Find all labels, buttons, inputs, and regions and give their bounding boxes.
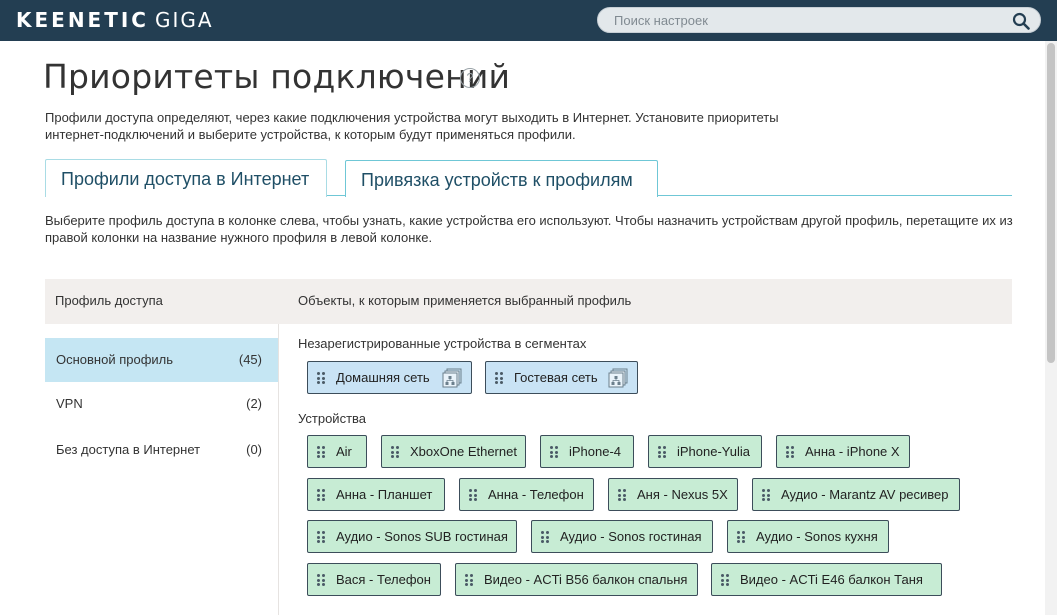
- column-header-objects: Объекты, к которым применяется выбранный…: [298, 293, 632, 308]
- device-chip[interactable]: XboxOne Ethernet: [381, 435, 526, 468]
- drag-handle-icon[interactable]: [317, 489, 325, 501]
- device-chip[interactable]: Аудио - Sonos кухня: [727, 520, 889, 553]
- device-chip[interactable]: Анна - Планшет: [307, 478, 445, 511]
- description-line: правой колонки на название нужного профи…: [45, 230, 433, 245]
- page-scrollbar[interactable]: [1045, 41, 1057, 615]
- chip-label: Анна - Планшет: [336, 487, 433, 502]
- device-chip[interactable]: iPhone-Yulia: [648, 435, 762, 468]
- device-chip[interactable]: Аня - Nexus 5X: [608, 478, 738, 511]
- chip-label: Анна - Телефон: [488, 487, 584, 502]
- profile-item-no-internet[interactable]: Без доступа в Интернет (0): [45, 428, 278, 472]
- scrollbar-thumb[interactable]: [1047, 43, 1055, 363]
- profile-item-vpn[interactable]: VPN (2): [45, 382, 278, 426]
- chip-label: Домашняя сеть: [336, 370, 430, 385]
- tab-device-binding[interactable]: Привязка устройств к профилям: [345, 160, 658, 197]
- profile-item-main[interactable]: Основной профиль (45): [45, 338, 278, 382]
- chip-label: Анна - iPhone X: [805, 444, 900, 459]
- search-box: [597, 7, 1041, 33]
- chip-label: Аудио - Sonos кухня: [756, 529, 878, 544]
- brand-logo[interactable]: KEENETIC GIGA: [16, 8, 214, 32]
- chip-label: iPhone-4: [569, 444, 622, 459]
- drag-handle-icon[interactable]: [658, 446, 666, 458]
- intro-line: Профили доступа определяют, через какие …: [45, 110, 779, 125]
- device-chip[interactable]: Анна - Телефон: [459, 478, 594, 511]
- brand-name: KEENETIC: [16, 8, 149, 32]
- network-segment-icon: [442, 368, 462, 388]
- chip-label: XboxOne Ethernet: [410, 444, 517, 459]
- tab-access-profiles[interactable]: Профили доступа в Интернет: [45, 159, 327, 197]
- profile-list: Основной профиль (45) VPN (2) Без доступ…: [45, 324, 280, 615]
- chip-label: iPhone-Yulia: [677, 444, 750, 459]
- device-chip[interactable]: Аудио - Marantz AV ресивер: [752, 478, 960, 511]
- drag-handle-icon[interactable]: [317, 372, 325, 384]
- search-input[interactable]: [614, 8, 994, 32]
- device-chip[interactable]: Анна - iPhone X: [776, 435, 910, 468]
- chip-label: Аня - Nexus 5X: [637, 487, 728, 502]
- segment-chip-guest[interactable]: Гостевая сеть: [485, 361, 638, 394]
- drag-handle-icon[interactable]: [391, 446, 399, 458]
- drag-handle-icon[interactable]: [317, 446, 325, 458]
- drag-handle-icon[interactable]: [541, 531, 549, 543]
- chip-label: Аудио - Sonos SUB гостиная: [336, 529, 508, 544]
- device-chip[interactable]: Видео - ACTi E46 балкон Таня: [711, 563, 942, 596]
- chip-label: Видео - ACTi B56 балкон спальня: [484, 572, 688, 587]
- drag-handle-icon[interactable]: [618, 489, 626, 501]
- chip-label: Вася - Телефон: [336, 572, 431, 587]
- description-line: Выберите профиль доступа в колонке слева…: [45, 213, 1013, 228]
- chip-label: Аудио - Sonos гостиная: [560, 529, 702, 544]
- profile-name: VPN: [56, 396, 83, 411]
- drag-handle-icon[interactable]: [465, 574, 473, 586]
- top-bar: KEENETIC GIGA: [0, 0, 1057, 41]
- device-chip[interactable]: Air: [307, 435, 367, 468]
- brand-model: GIGA: [154, 8, 214, 32]
- drag-handle-icon[interactable]: [737, 531, 745, 543]
- drag-handle-icon[interactable]: [317, 574, 325, 586]
- help-icon[interactable]: ?: [460, 68, 480, 88]
- network-segment-icon: [608, 368, 628, 388]
- profile-count: (2): [246, 396, 262, 411]
- profile-count: (0): [246, 442, 262, 457]
- table-header: Профиль доступа Объекты, к которым приме…: [45, 279, 1012, 324]
- chip-label: Air: [336, 444, 352, 459]
- segments-heading: Незарегистрированные устройства в сегмен…: [298, 336, 587, 351]
- chip-label: Видео - ACTi E46 балкон Таня: [740, 572, 923, 587]
- devices-heading: Устройства: [298, 411, 367, 426]
- drag-handle-icon[interactable]: [721, 574, 729, 586]
- drag-handle-icon[interactable]: [317, 531, 325, 543]
- drag-handle-icon[interactable]: [550, 446, 558, 458]
- device-chip[interactable]: Аудио - Sonos SUB гостиная: [307, 520, 517, 553]
- column-divider: [278, 324, 279, 615]
- search-icon[interactable]: [1012, 12, 1030, 30]
- drag-handle-icon[interactable]: [762, 489, 770, 501]
- drag-handle-icon[interactable]: [469, 489, 477, 501]
- device-chip[interactable]: Видео - ACTi B56 балкон спальня: [455, 563, 698, 596]
- drag-handle-icon[interactable]: [495, 372, 503, 384]
- page-intro: Профили доступа определяют, через какие …: [45, 109, 805, 143]
- column-header-profile: Профиль доступа: [55, 293, 163, 308]
- page-title: Приоритеты подключений: [43, 57, 511, 96]
- segment-chip-home[interactable]: Домашняя сеть: [307, 361, 472, 394]
- drag-handle-icon[interactable]: [786, 446, 794, 458]
- chip-label: Аудио - Marantz AV ресивер: [781, 487, 949, 502]
- chip-label: Гостевая сеть: [514, 370, 598, 385]
- tab-description: Выберите профиль доступа в колонке слева…: [45, 212, 1020, 246]
- profile-name: Без доступа в Интернет: [56, 442, 201, 457]
- profile-count: (45): [238, 352, 262, 367]
- profile-name: Основной профиль: [56, 352, 174, 367]
- device-chip[interactable]: iPhone-4: [540, 435, 634, 468]
- device-chip[interactable]: Аудио - Sonos гостиная: [531, 520, 713, 553]
- intro-line: интернет-подключений и выберите устройст…: [45, 127, 576, 142]
- device-chip[interactable]: Вася - Телефон: [307, 563, 441, 596]
